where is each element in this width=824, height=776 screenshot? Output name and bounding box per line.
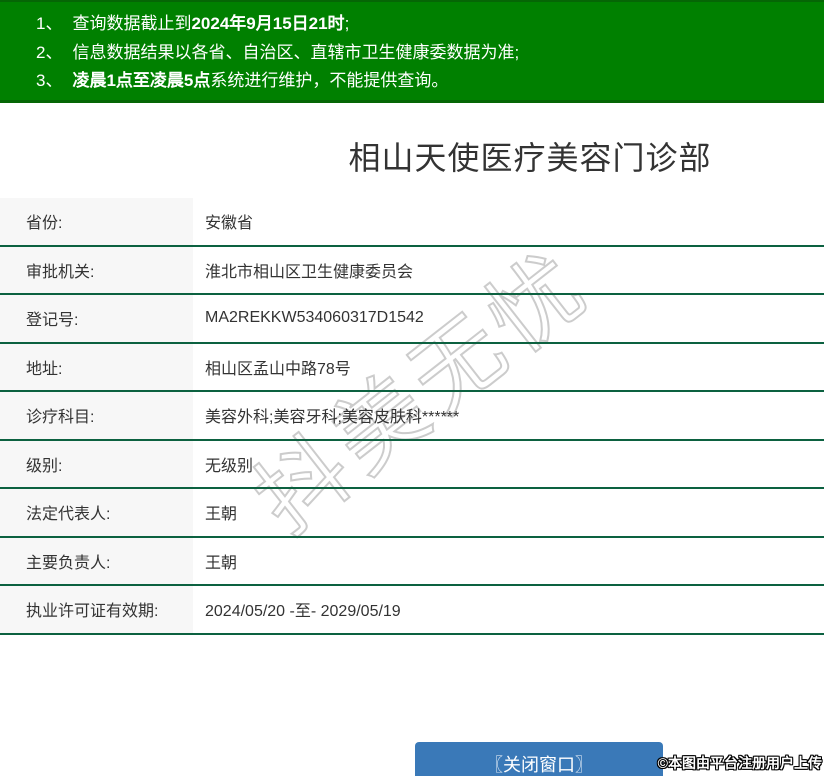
notice-banner: 1、 查询数据截止到2024年9月15日21时; 2、 信息数据结果以各省、自治区、… — [0, 0, 824, 103]
row-value: 相山区孟山中路78号 — [205, 360, 351, 378]
uploaded-by-note: ©本图由平台注册用户上传 — [657, 755, 822, 771]
notice-line-1-number: 1、 — [36, 14, 63, 33]
row-label: 诊疗科目: — [0, 392, 193, 439]
row-label: 执业许可证有效期: — [0, 586, 193, 633]
row-label: 审批机关: — [0, 246, 193, 293]
row-value: 无级别 — [205, 457, 254, 475]
notice-line-1-bold: 2024年9月15日21时 — [191, 14, 345, 33]
row-label: 省份: — [0, 198, 193, 245]
row-value: 王朝 — [205, 554, 238, 572]
row-label: 法定代表人: — [0, 489, 193, 536]
table-row-main-person-in-charge: 主要负责人: 王朝 — [0, 537, 824, 586]
row-label: 登记号: — [0, 295, 193, 342]
table-row-license-validity: 执业许可证有效期: 2024/05/20 -至- 2029/05/19 — [0, 586, 824, 635]
table-row-registration-number: 登记号: MA2REKKW534060317D1542 — [0, 295, 824, 344]
notice-line-1-post: ; — [344, 14, 350, 33]
table-row-legal-representative: 法定代表人: 王朝 — [0, 489, 824, 538]
table-row-address: 地址: 相山区孟山中路78号 — [0, 343, 824, 392]
institution-info-table: 省份: 安徽省 审批机关: 淮北市相山区卫生健康委员会 登记号: MA2REKK… — [0, 198, 824, 635]
notice-line-3-number: 3、 — [36, 71, 63, 90]
notice-line-1: 1、 查询数据截止到2024年9月15日21时; — [36, 10, 804, 39]
row-value: 美容外科;美容牙科;美容皮肤科****** — [205, 409, 460, 427]
notice-line-2-text: 信息数据结果以各省、自治区、直辖市卫生健康委数据为准; — [72, 42, 520, 62]
table-row-approval-authority: 审批机关: 淮北市相山区卫生健康委员会 — [0, 246, 824, 295]
row-value: 安徽省 — [205, 215, 254, 233]
close-window-button[interactable]: 〖关闭窗口〗 — [415, 742, 663, 776]
notice-line-3-post: 系统进行维护，不能提供查询。 — [210, 71, 449, 90]
notice-line-2: 2、 信息数据结果以各省、自治区、直辖市卫生健康委数据为准; — [36, 39, 804, 68]
notice-line-1-text: 查询数据截止到 — [72, 14, 192, 33]
row-value: 王朝 — [205, 506, 238, 524]
row-value: 淮北市相山区卫生健康委员会 — [205, 263, 414, 281]
table-row-treatment-subjects: 诊疗科目: 美容外科;美容牙科;美容皮肤科****** — [0, 392, 824, 441]
notice-line-3: 3、 凌晨1点至凌晨5点系统进行维护，不能提供查询。 — [36, 67, 804, 96]
page-title: 相山天使医疗美容门诊部 — [348, 140, 712, 176]
table-row-province: 省份: 安徽省 — [0, 198, 824, 247]
row-label: 级别: — [0, 440, 193, 487]
title-wrap: 相山天使医疗美容门诊部 — [0, 103, 824, 179]
row-value: 2024/05/20 -至- 2029/05/19 — [205, 603, 401, 621]
row-label: 地址: — [0, 343, 193, 390]
row-value: MA2REKKW534060317D1542 — [205, 309, 424, 327]
table-row-level: 级别: 无级别 — [0, 440, 824, 489]
notice-line-3-bold: 凌晨1点至凌晨5点 — [72, 71, 211, 90]
row-label: 主要负责人: — [0, 537, 193, 584]
notice-line-2-number: 2、 — [36, 42, 63, 62]
